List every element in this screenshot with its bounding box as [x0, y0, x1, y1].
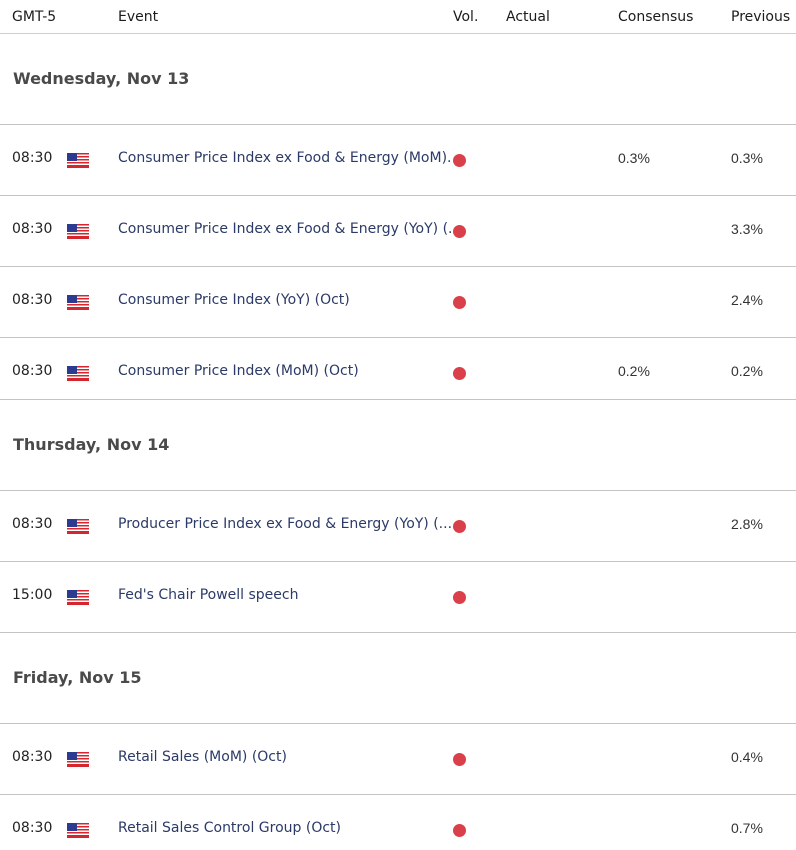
- event-previous: 0.7%: [731, 820, 763, 836]
- event-time: 08:30: [12, 749, 53, 765]
- event-time: 08:30: [12, 150, 53, 166]
- us-flag-icon: [67, 519, 89, 534]
- event-name[interactable]: Retail Sales (MoM) (Oct): [118, 749, 287, 765]
- us-flag-icon: [67, 823, 89, 838]
- day-heading: Wednesday, Nov 13: [13, 69, 190, 88]
- divider: [0, 561, 796, 562]
- header-previous: Previous: [731, 9, 791, 25]
- divider: [0, 195, 796, 196]
- divider: [0, 723, 796, 724]
- event-time: 08:30: [12, 363, 53, 379]
- volatility-high-icon: [453, 296, 466, 309]
- event-consensus: 0.3%: [618, 150, 650, 166]
- event-time: 08:30: [12, 516, 53, 532]
- header-actual: Actual: [506, 9, 550, 25]
- event-previous: 2.8%: [731, 516, 763, 532]
- us-flag-icon: [67, 752, 89, 767]
- us-flag-icon: [67, 153, 89, 168]
- day-heading: Thursday, Nov 14: [13, 435, 170, 454]
- header-vol: Vol.: [453, 9, 479, 25]
- volatility-high-icon: [453, 753, 466, 766]
- us-flag-icon: [67, 590, 89, 605]
- event-name[interactable]: Producer Price Index ex Food & Energy (Y…: [118, 516, 452, 532]
- divider: [0, 124, 796, 125]
- header-consensus: Consensus: [618, 9, 694, 25]
- event-row[interactable]: 08:30 Consumer Price Index ex Food & Ene…: [0, 221, 796, 241]
- event-name[interactable]: Fed's Chair Powell speech: [118, 587, 298, 603]
- event-previous: 0.2%: [731, 363, 763, 379]
- event-time: 15:00: [12, 587, 53, 603]
- event-time: 08:30: [12, 221, 53, 237]
- divider: [0, 399, 796, 400]
- day-heading: Friday, Nov 15: [13, 668, 142, 687]
- header-event: Event: [118, 9, 159, 25]
- event-previous: 0.3%: [731, 150, 763, 166]
- volatility-high-icon: [453, 367, 466, 380]
- event-name[interactable]: Consumer Price Index ex Food & Energy (M…: [118, 150, 453, 166]
- event-time: 08:30: [12, 820, 53, 836]
- divider: [0, 632, 796, 633]
- event-time: 08:30: [12, 292, 53, 308]
- divider: [0, 337, 796, 338]
- event-previous: 3.3%: [731, 221, 763, 237]
- volatility-high-icon: [453, 591, 466, 604]
- event-consensus: 0.2%: [618, 363, 650, 379]
- event-previous: 2.4%: [731, 292, 763, 308]
- event-name[interactable]: Retail Sales Control Group (Oct): [118, 820, 341, 836]
- us-flag-icon: [67, 366, 89, 381]
- event-previous: 0.4%: [731, 749, 763, 765]
- event-row[interactable]: 08:30 Retail Sales (MoM) (Oct) 0.4%: [0, 749, 796, 769]
- event-row[interactable]: 08:30 Consumer Price Index ex Food & Ene…: [0, 150, 796, 170]
- event-name[interactable]: Consumer Price Index ex Food & Energy (Y…: [118, 221, 453, 237]
- volatility-high-icon: [453, 520, 466, 533]
- event-row[interactable]: 08:30 Consumer Price Index (MoM) (Oct) 0…: [0, 363, 796, 383]
- header-timezone[interactable]: GMT-5: [12, 9, 56, 25]
- event-name[interactable]: Consumer Price Index (YoY) (Oct): [118, 292, 350, 308]
- event-row[interactable]: 08:30 Consumer Price Index (YoY) (Oct) 2…: [0, 292, 796, 312]
- us-flag-icon: [67, 224, 89, 239]
- divider: [0, 266, 796, 267]
- event-name[interactable]: Consumer Price Index (MoM) (Oct): [118, 363, 359, 379]
- volatility-high-icon: [453, 824, 466, 837]
- event-row[interactable]: 08:30 Retail Sales Control Group (Oct) 0…: [0, 820, 796, 840]
- event-row[interactable]: 15:00 Fed's Chair Powell speech: [0, 587, 796, 607]
- volatility-high-icon: [453, 154, 466, 167]
- event-row[interactable]: 08:30 Producer Price Index ex Food & Ene…: [0, 516, 796, 536]
- volatility-high-icon: [453, 225, 466, 238]
- divider: [0, 490, 796, 491]
- table-header: GMT-5 Event Vol. Actual Consensus Previo…: [0, 0, 796, 34]
- divider: [0, 794, 796, 795]
- us-flag-icon: [67, 295, 89, 310]
